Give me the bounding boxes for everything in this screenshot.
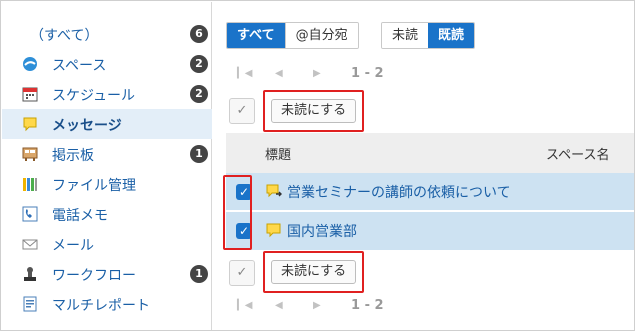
next-page-icon[interactable]: ▶ [313,300,351,311]
message-icon [22,116,38,132]
sidebar-item-label: メッセージ [52,118,122,134]
message-icon [266,223,284,239]
read-status-filter: 未読 既読 [381,22,476,49]
count-badge: 2 [190,55,208,73]
page-range: 1 - 2 [351,65,384,81]
filter-mention-button[interactable]: @自分宛 [284,23,358,48]
select-all-toggle[interactable]: ✓ [229,98,255,124]
workflow-stamp-icon [22,266,38,282]
sidebar: （すべて） 6 スペース 2 スケジュール 2 メッセージ 掲示板 1 ファイル… [2,2,212,330]
mark-unread-button[interactable]: 未読にする [271,260,357,284]
column-header-subject[interactable]: 標題 [265,144,291,163]
sidebar-item-label: （すべて） [30,28,99,44]
highlight-box [223,175,252,250]
first-page-icon[interactable]: ▎◀ [237,68,275,79]
space-icon [22,56,38,72]
prev-page-icon[interactable]: ◀ [275,68,313,79]
multi-report-icon [22,296,38,312]
sidebar-item-label: スペース [52,58,107,74]
file-cabinet-icon [22,176,38,192]
mark-unread-button[interactable]: 未読にする [271,99,357,123]
sidebar-item-label: マルチレポート [52,298,150,314]
sidebar-item-label: 電話メモ [52,208,108,224]
sidebar-item-all[interactable]: （すべて） 6 [2,19,212,49]
next-page-icon[interactable]: ▶ [313,68,351,79]
table-header: 標題 スペース名 [226,133,634,173]
app-frame: （すべて） 6 スペース 2 スケジュール 2 メッセージ 掲示板 1 ファイル… [0,0,635,331]
sidebar-item-mail[interactable]: メール [2,229,212,259]
message-subject-link[interactable]: 営業セミナーの講師の依頼について [287,182,511,202]
select-all-toggle[interactable]: ✓ [229,260,255,286]
first-page-icon[interactable]: ▎◀ [237,300,275,311]
sidebar-item-space[interactable]: スペース 2 [2,49,212,79]
page-range: 1 - 2 [351,297,384,313]
pager-top: ▎◀ ◀ ▶ 1 - 2 [237,64,384,82]
count-badge: 1 [190,265,208,283]
count-badge: 6 [190,25,208,43]
calendar-icon [22,86,38,102]
message-forward-icon [266,184,284,200]
sidebar-item-file-management[interactable]: ファイル管理 [2,169,212,199]
count-badge: 1 [190,145,208,163]
sidebar-item-label: メール [52,238,94,254]
mail-icon [22,236,38,252]
sidebar-item-multi-report[interactable]: マルチレポート [2,289,212,319]
scope-filter: すべて @自分宛 [226,22,359,49]
message-list-panel: すべて @自分宛 未読 既読 ▎◀ ◀ ▶ 1 - 2 ✓ 未読にする 標題 ス… [213,2,634,330]
column-header-space[interactable]: スペース名 [546,144,609,163]
sidebar-item-label: スケジュール [52,88,136,104]
sidebar-item-message[interactable]: メッセージ [2,109,212,139]
table-row[interactable]: ✓ 国内営業部 [226,212,634,250]
pager-bottom: ▎◀ ◀ ▶ 1 - 2 [237,296,384,314]
filter-all-button[interactable]: すべて [227,23,285,48]
sidebar-item-workflow[interactable]: ワークフロー 1 [2,259,212,289]
phone-memo-icon [22,206,38,222]
sidebar-item-label: ワークフロー [52,268,136,284]
filter-unread-button[interactable]: 未読 [382,23,429,48]
sidebar-item-bulletin-board[interactable]: 掲示板 1 [2,139,212,169]
sidebar-item-phone-memo[interactable]: 電話メモ [2,199,212,229]
sidebar-item-schedule[interactable]: スケジュール 2 [2,79,212,109]
sidebar-item-label: 掲示板 [52,148,94,164]
table-row[interactable]: ✓ 営業セミナーの講師の依頼について [226,173,634,211]
message-subject-link[interactable]: 国内営業部 [287,221,357,241]
sidebar-item-label: ファイル管理 [52,178,136,194]
prev-page-icon[interactable]: ◀ [275,300,313,311]
filter-read-button[interactable]: 既読 [428,23,475,48]
bulletin-board-icon [22,146,38,162]
count-badge: 2 [190,85,208,103]
